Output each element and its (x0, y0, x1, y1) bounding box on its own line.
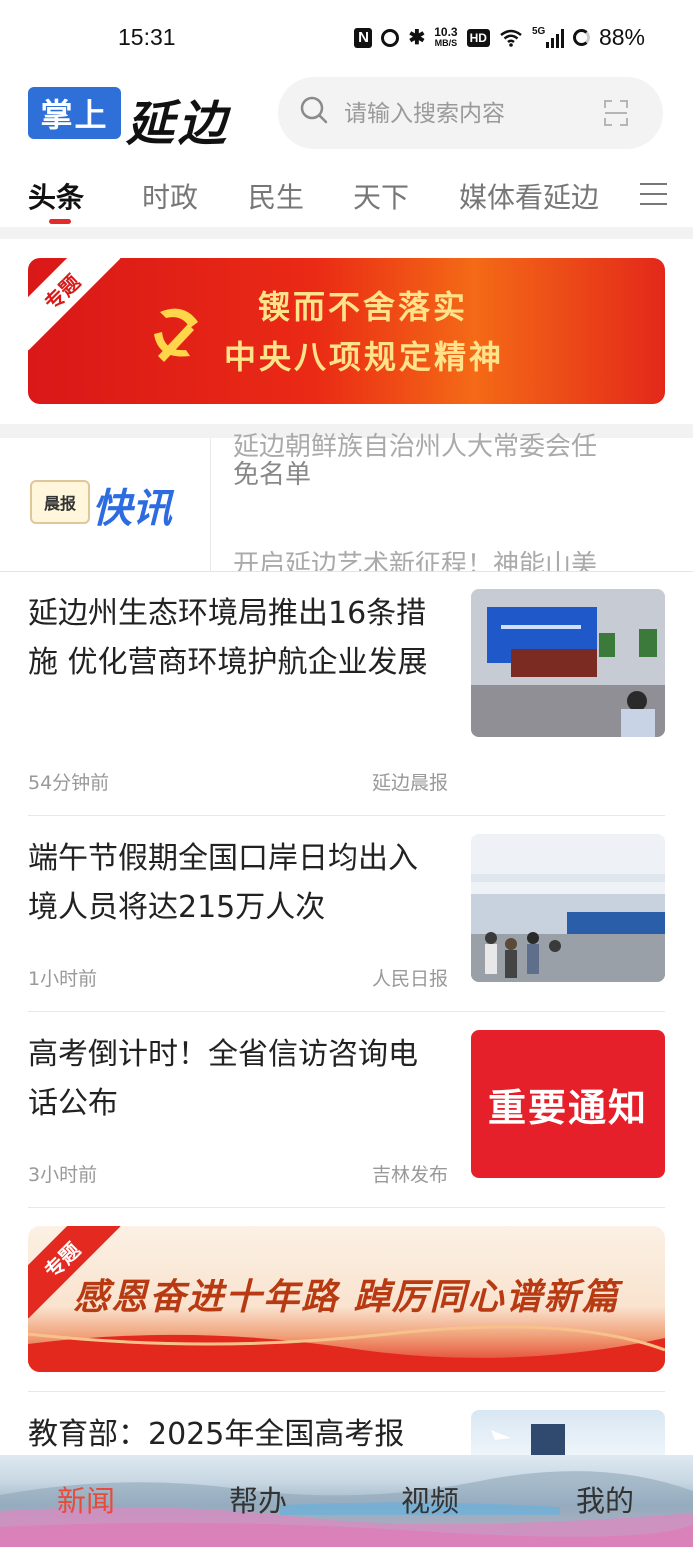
news-time: 54分钟前 (28, 772, 110, 794)
banner-slogan: 感恩奋进十年路 踔厉同心谱新篇 (73, 1276, 620, 1318)
topic-ribbon: 专题 (28, 258, 121, 351)
bluetooth-icon: ✱ (408, 27, 426, 49)
tab-world[interactable]: 天下 (353, 176, 409, 216)
nav-news[interactable]: 新闻 (57, 1478, 115, 1520)
menu-icon[interactable] (640, 183, 667, 207)
wifi-icon (500, 29, 522, 47)
banner-headline-2: 中央八项规定精神 (224, 338, 505, 376)
topic-banner-eight-rules[interactable]: 锲而不舍落实 中央八项规定精神 专题 (28, 258, 665, 404)
signal-icon: 5G (532, 26, 564, 48)
flash-item[interactable]: 开启延边艺术新征程！神能山美 (233, 544, 673, 571)
news-source: 吉林发布 (371, 1164, 448, 1186)
news-thumbnail[interactable]: 重要通知 (471, 1030, 665, 1178)
battery-icon (572, 29, 590, 46)
banner-wave-decoration (28, 1325, 665, 1372)
news-thumbnail[interactable] (471, 834, 665, 982)
news-title[interactable]: 高考倒计时！全省信访咨询电话公布 (28, 1030, 446, 1128)
network-speed: 10.3 MB/S (434, 24, 458, 48)
news-thumbnail[interactable] (471, 1410, 665, 1455)
flash-item[interactable]: 免名单 (233, 454, 673, 491)
news-source: 人民日报 (371, 968, 448, 990)
flash-news-logo: 快讯 (92, 486, 172, 532)
news-divider (28, 1391, 665, 1392)
search-icon (300, 96, 328, 124)
section-separator (0, 227, 693, 239)
hd-icon: HD (466, 28, 490, 47)
news-time: 1小时前 (28, 968, 98, 990)
news-thumbnail[interactable] (471, 589, 665, 737)
topic-banner-ten-years[interactable]: 感恩奋进十年路 踔厉同心谱新篇 专题 (28, 1226, 665, 1372)
status-bar: 15:31 N ✱ 10.3 MB/S HD 5G 88% (0, 0, 693, 78)
battery-level: 88% (598, 24, 645, 50)
nav-services[interactable]: 帮办 (229, 1478, 287, 1520)
nav-mine[interactable]: 我的 (576, 1478, 634, 1520)
tab-politics[interactable]: 时政 (142, 176, 198, 216)
flash-divider (210, 438, 211, 571)
morning-news-tag: 晨报 (30, 480, 90, 524)
news-divider (28, 1011, 665, 1012)
news-source: 延边晨报 (371, 772, 448, 794)
news-divider (28, 815, 665, 816)
flash-news-panel[interactable]: 晨报 快讯 延边朝鲜族自治州人大常委会任 免名单 开启延边艺术新征程！神能山美 (0, 426, 693, 572)
search-input[interactable] (344, 96, 574, 132)
news-title[interactable]: 延边州生态环境局推出16条措施 优化营商环境护航企业发展 (28, 589, 446, 687)
app-logo-badge: 掌上 (28, 87, 121, 139)
tab-media-view[interactable]: 媒体看延边 (459, 176, 599, 216)
news-title[interactable]: 教育部：2025年全国高考报 (28, 1410, 446, 1459)
banner-headline-1: 锲而不舍落实 (258, 288, 469, 326)
status-time: 15:31 (118, 24, 176, 50)
status-icons: N ✱ 10.3 MB/S HD 5G 88% (354, 24, 645, 51)
port-hall-image (471, 834, 665, 982)
important-notice-label: 重要通知 (487, 1084, 648, 1130)
news-time: 3小时前 (28, 1164, 98, 1186)
news-divider (28, 1207, 665, 1208)
party-emblem-icon (154, 308, 198, 362)
press-conference-image (471, 589, 665, 737)
app-logo-title: 延边 (126, 96, 231, 152)
nfc-icon: N (354, 27, 373, 48)
tab-livelihood[interactable]: 民生 (248, 176, 304, 216)
nav-video[interactable]: 视频 (401, 1478, 459, 1520)
gaokao-image (491, 1424, 565, 1455)
alarm-icon (381, 28, 400, 47)
news-title[interactable]: 端午节假期全国口岸日均出入境人员将达215万人次 (28, 834, 446, 932)
active-tab-indicator (49, 219, 71, 224)
tab-headlines[interactable]: 头条 (28, 176, 84, 216)
scan-icon[interactable] (604, 100, 628, 126)
